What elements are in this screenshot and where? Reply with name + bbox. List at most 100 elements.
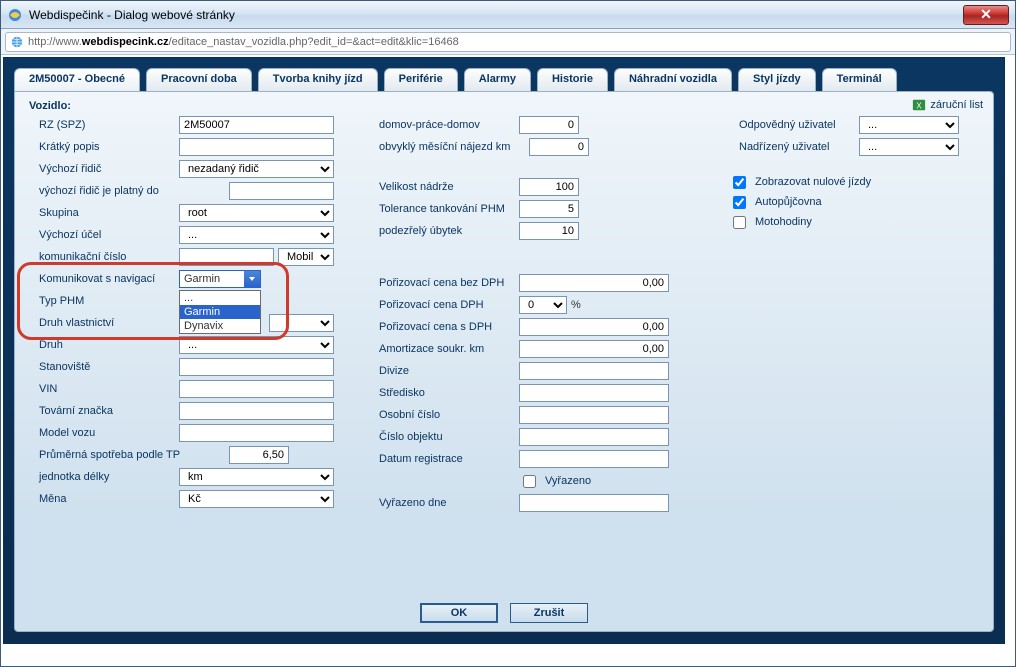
input-amort[interactable]	[519, 340, 669, 358]
tab-worktime[interactable]: Pracovní doba	[146, 68, 252, 91]
ok-button[interactable]: OK	[420, 603, 498, 623]
select-curr[interactable]: Kč	[179, 490, 334, 508]
dph-unit: %	[571, 299, 581, 311]
tab-periph[interactable]: Periférie	[384, 68, 458, 91]
lbl-rz: RZ (SPZ)	[29, 119, 179, 131]
select-sup[interactable]: ...	[859, 138, 959, 156]
lbl-amort: Amortizace soukr. km	[369, 343, 519, 355]
lbl-nav: Komunikovat s navigací	[29, 273, 179, 285]
input-pnum[interactable]	[519, 406, 669, 424]
lbl-purpose: Výchozí účel	[29, 229, 179, 241]
dialog-window: Webdispečink - Dialog webové stránky ✕ h…	[0, 0, 1016, 667]
col-left: RZ (SPZ) Krátký popis Výchozí řidič neza…	[29, 114, 349, 510]
input-consump[interactable]	[229, 446, 289, 464]
lbl-short: Krátký popis	[29, 141, 179, 153]
nav-option-dynavix[interactable]: Dynavix	[180, 319, 260, 333]
input-pwv[interactable]	[519, 318, 669, 336]
input-short[interactable]	[179, 138, 334, 156]
input-center[interactable]	[519, 384, 669, 402]
ie-icon	[7, 7, 23, 23]
lbl-pwv: Pořizovací cena s DPH	[369, 321, 519, 333]
chevron-down-icon	[244, 271, 260, 287]
footer-buttons: OK Zrušit	[15, 603, 993, 623]
lbl-unit: jednotka délky	[29, 471, 179, 483]
excel-icon: X	[912, 98, 926, 112]
input-monthly[interactable]	[529, 138, 589, 156]
lbl-dpd: domov-práce-domov	[369, 119, 519, 131]
tab-logbook[interactable]: Tvorba knihy jízd	[258, 68, 378, 91]
close-button[interactable]: ✕	[963, 5, 1009, 25]
select-driver[interactable]: nezadaný řidič	[179, 160, 334, 178]
lbl-resp: Odpovědný uživatel	[729, 119, 859, 131]
url-field[interactable]: http://www.webdispecink.cz/editace_nasta…	[5, 32, 1011, 52]
select-resp[interactable]: ...	[859, 116, 959, 134]
lbl-model: Model vozu	[29, 427, 179, 439]
lbl-comm: komunikační číslo	[29, 251, 179, 263]
lbl-susp: podezřelý úbytek	[369, 225, 519, 237]
url-text: http://www.webdispecink.cz/editace_nasta…	[28, 36, 459, 48]
lbl-pnv: Pořizovací cena bez DPH	[369, 277, 519, 289]
input-stand[interactable]	[179, 358, 334, 376]
form-columns: RZ (SPZ) Krátký popis Výchozí řidič neza…	[29, 114, 979, 591]
address-bar: http://www.webdispecink.cz/editace_nasta…	[1, 29, 1015, 55]
tab-strip: 2M50007 - Obecné Pracovní doba Tvorba kn…	[14, 68, 994, 91]
tab-alarms[interactable]: Alarmy	[464, 68, 531, 91]
nav-option-garmin[interactable]: Garmin	[180, 305, 260, 319]
lbl-monthly: obvyklý měsíční nájezd km	[369, 141, 529, 153]
chk-zero[interactable]: Zobrazovat nulové jízdy	[729, 172, 1009, 192]
lbl-tank: Velikost nádrže	[369, 181, 519, 193]
tab-history[interactable]: Historie	[537, 68, 608, 91]
col-mid: domov-práce-domov obvyklý měsíční nájezd…	[369, 114, 689, 514]
title-bar: Webdispečink - Dialog webové stránky ✕	[1, 1, 1015, 29]
input-dpd[interactable]	[519, 116, 579, 134]
input-tol[interactable]	[519, 200, 579, 218]
input-obj[interactable]	[519, 428, 669, 446]
lbl-dph: Pořizovací cena DPH	[369, 299, 519, 311]
lbl-tol: Tolerance tankování PHM	[369, 203, 519, 215]
lbl-div: Divize	[369, 365, 519, 377]
nav-option-ellipsis[interactable]: ...	[180, 291, 260, 305]
chk-moto[interactable]: Motohodiny	[729, 212, 1009, 232]
input-comm[interactable]	[179, 248, 274, 266]
select-group[interactable]: root	[179, 204, 334, 222]
section-title: Vozidlo:	[29, 100, 979, 112]
lbl-kind: Druh	[29, 339, 179, 351]
input-brand[interactable]	[179, 402, 334, 420]
input-pnv[interactable]	[519, 274, 669, 292]
select-nav[interactable]: Garmin	[179, 270, 261, 288]
tab-general[interactable]: 2M50007 - Obecné	[14, 68, 140, 91]
cancel-button[interactable]: Zrušit	[510, 603, 588, 623]
select-owner[interactable]	[269, 314, 334, 332]
select-unit[interactable]: km	[179, 468, 334, 486]
input-vin[interactable]	[179, 380, 334, 398]
lbl-pnum: Osobní číslo	[369, 409, 519, 421]
page-frame: 2M50007 - Obecné Pracovní doba Tvorba kn…	[3, 57, 1005, 644]
select-comm-mode[interactable]: Mobil	[278, 248, 334, 266]
chk-rent[interactable]: Autopůjčovna	[729, 192, 1009, 212]
nav-dropdown[interactable]: ... Garmin Dynavix	[179, 290, 261, 334]
lbl-owner: Druh vlastnictví	[29, 317, 179, 329]
lbl-vin: VIN	[29, 383, 179, 395]
input-rz[interactable]	[179, 116, 334, 134]
warranty-link[interactable]: X záruční list	[912, 98, 983, 112]
tab-spare[interactable]: Náhradní vozidla	[614, 68, 732, 91]
lbl-consump: Průměrná spotřeba podle TP	[29, 449, 229, 461]
panel-general: X záruční list Vozidlo: RZ (SPZ) Krátký …	[14, 91, 994, 632]
col-right: Odpovědný uživatel ... Nadřízený uživate…	[729, 114, 1009, 232]
select-kind[interactable]: ...	[179, 336, 334, 354]
input-susp[interactable]	[519, 222, 579, 240]
input-tank[interactable]	[519, 178, 579, 196]
chk-retired[interactable]: Vyřazeno	[519, 471, 591, 491]
input-reg[interactable]	[519, 450, 669, 468]
tab-terminal[interactable]: Terminál	[822, 68, 897, 91]
tab-style[interactable]: Styl jízdy	[738, 68, 816, 91]
input-model[interactable]	[179, 424, 334, 442]
lbl-phm: Typ PHM	[29, 295, 179, 307]
select-purpose[interactable]: ...	[179, 226, 334, 244]
select-dph[interactable]: 0	[519, 296, 567, 314]
lbl-brand: Tovární značka	[29, 405, 179, 417]
input-retired-date[interactable]	[519, 494, 669, 512]
input-div[interactable]	[519, 362, 669, 380]
input-driver-valid[interactable]	[229, 182, 334, 200]
svg-text:X: X	[917, 102, 923, 111]
